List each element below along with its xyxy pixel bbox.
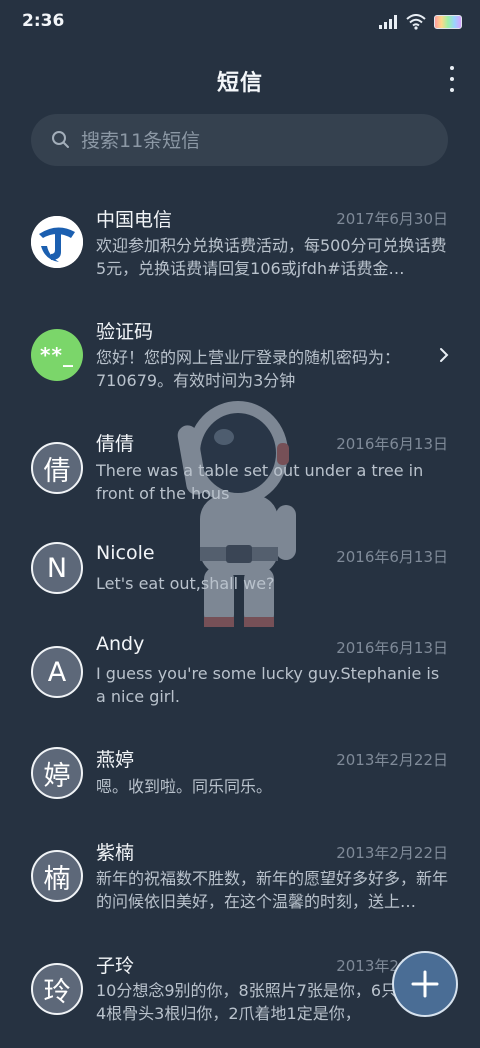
message-preview: 您好！您的网上营业厅登录的随机密码为：710679。有效时间为3分钟 — [96, 348, 401, 390]
message-preview: There was a table set out under a tree i… — [96, 461, 424, 503]
message-preview: 欢迎参加积分兑换话费活动，每500分可兑换话费5元，兑换话费请回复106或jfd… — [96, 236, 447, 278]
app-header: 短信 — [0, 56, 480, 102]
chevron-right-icon[interactable] — [438, 346, 450, 364]
message-preview: 嗯。收到啦。同乐同乐。 — [96, 777, 273, 796]
china-telecom-logo-icon — [31, 216, 83, 268]
avatar: **_ — [31, 329, 83, 381]
search-input[interactable] — [79, 114, 423, 168]
contact-name: 倩倩 — [96, 433, 135, 455]
message-preview: Let's eat out,shall we? — [96, 574, 275, 593]
plus-icon — [411, 970, 439, 998]
avatar: N — [31, 542, 83, 594]
avatar: 倩 — [31, 442, 83, 494]
contact-name: 子玲 — [96, 955, 135, 977]
new-message-button[interactable] — [392, 951, 458, 1017]
search-bar[interactable] — [31, 114, 448, 168]
contact-name: 验证码 — [96, 321, 154, 343]
status-icons — [378, 12, 462, 32]
avatar: A — [31, 646, 83, 698]
signal-icon — [379, 15, 397, 29]
contact-name: 中国电信 — [96, 209, 173, 231]
battery-icon — [434, 15, 462, 29]
search-icon — [52, 131, 69, 148]
message-date: 2016年6月13日 — [336, 435, 448, 453]
message-date: 2017年6月30日 — [336, 210, 448, 228]
contact-name: Nicole — [96, 542, 155, 564]
message-date: 2016年6月13日 — [336, 639, 448, 657]
contact-name: Andy — [96, 633, 145, 655]
list-item[interactable]: 中国电信 2017年6月30日 欢迎参加积分兑换话费活动，每500分可兑换话费5… — [0, 188, 480, 300]
list-item[interactable]: **_ 验证码 您好！您的网上营业厅登录的随机密码为：710679。有效时间为3… — [0, 301, 480, 413]
page-title: 短信 — [216, 71, 263, 96]
list-item[interactable]: 倩 倩倩 2016年6月13日 There was a table set ou… — [0, 414, 480, 526]
wifi-icon — [406, 14, 426, 30]
message-date: 2016年6月13日 — [336, 548, 448, 566]
contact-name: 燕婷 — [96, 749, 135, 771]
contact-name: 紫楠 — [96, 842, 135, 864]
message-preview: I guess you're some lucky guy.Stephanie … — [96, 664, 440, 706]
avatar: 楠 — [31, 850, 83, 902]
more-options-icon[interactable] — [444, 66, 460, 92]
list-item[interactable]: A Andy 2016年6月13日 I guess you're some lu… — [0, 618, 480, 730]
avatar: 婷 — [31, 747, 83, 799]
message-date: 2013年2月22日 — [336, 751, 448, 769]
avatar: 玲 — [31, 963, 83, 1015]
status-time: 2:36 — [22, 11, 65, 31]
message-preview: 新年的祝福数不胜数，新年的愿望好多好多，新年的问候依旧美好，在这个温馨的时刻，送… — [96, 869, 449, 911]
status-bar: 2:36 — [0, 0, 480, 44]
message-date: 2013年2月22日 — [336, 844, 448, 862]
list-item[interactable]: 楠 紫楠 2013年2月22日 新年的祝福数不胜数，新年的愿望好多好多，新年的问… — [0, 823, 480, 935]
